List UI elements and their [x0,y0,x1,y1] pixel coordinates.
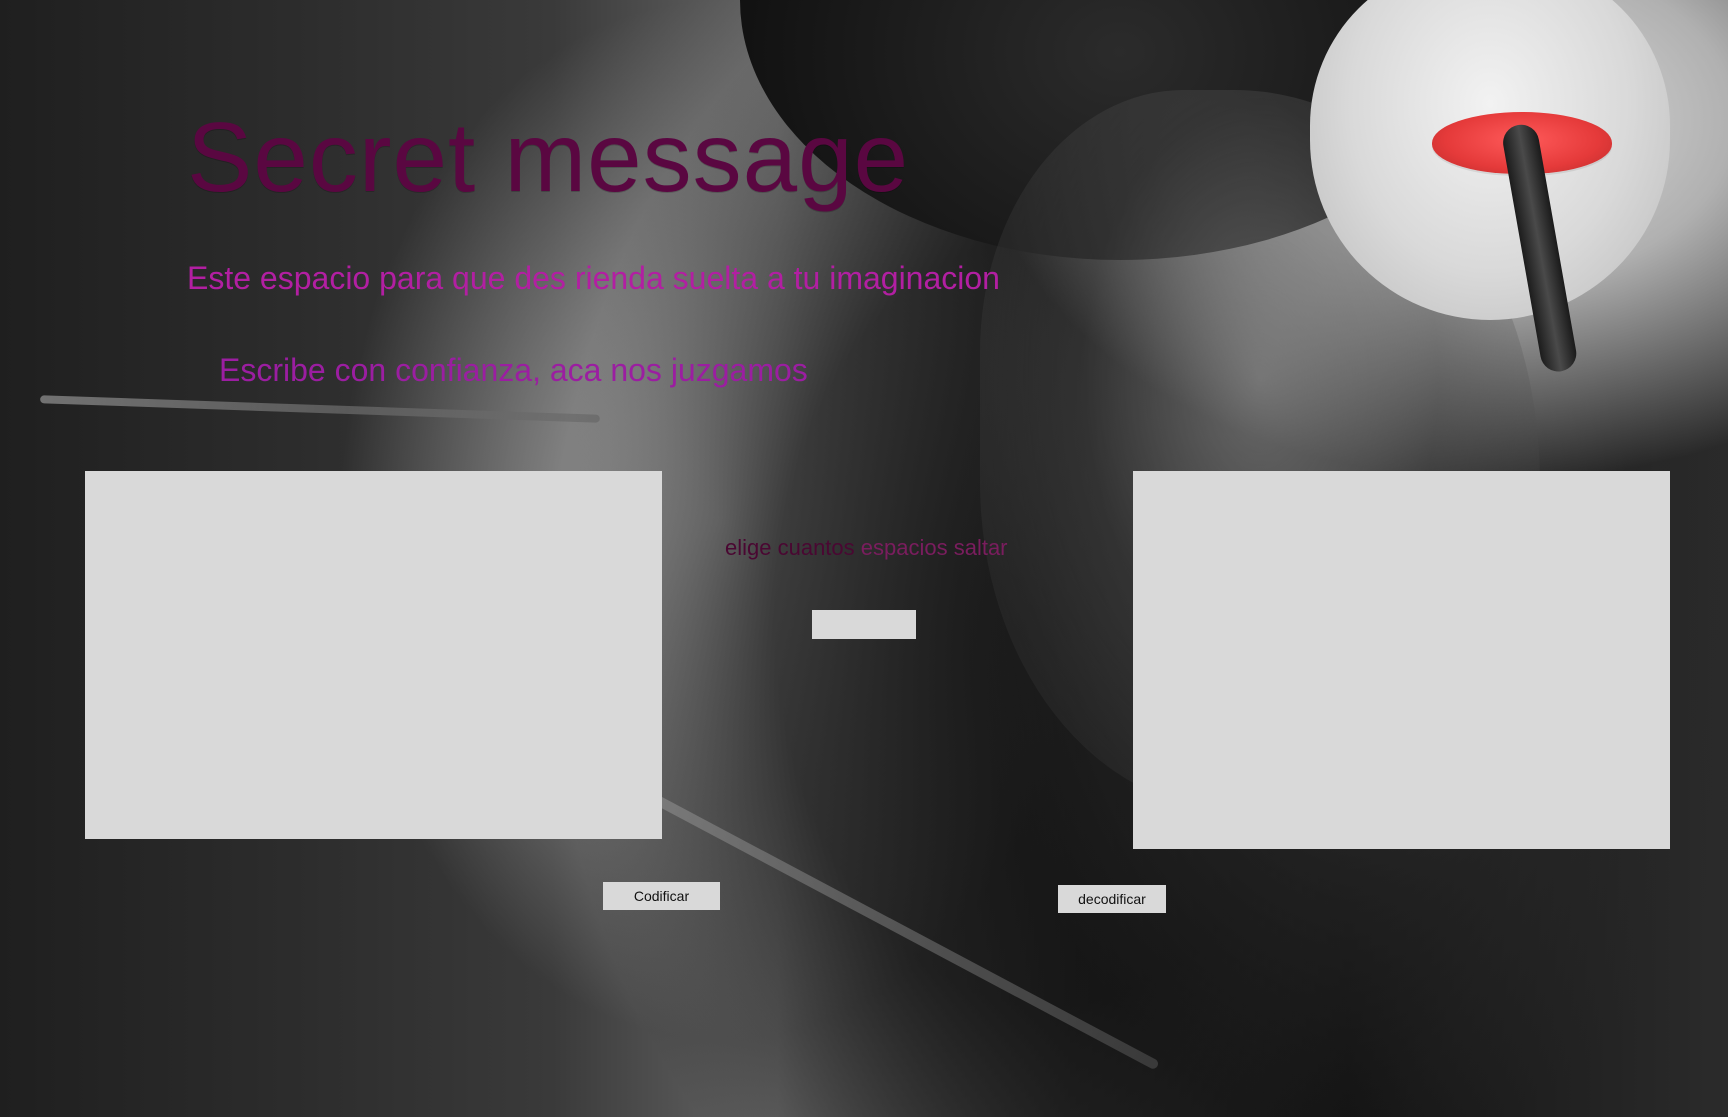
message-input[interactable] [85,471,662,839]
offset-label: elige cuantos espacios saltar [725,537,1008,559]
offset-input[interactable] [812,610,916,639]
background-whip-top [40,395,600,423]
offset-label-part-1: elige cuantos [725,535,855,560]
page-title: Secret message [187,102,910,212]
page: Secret message Este espacio para que des… [0,0,1728,1117]
background-whip [607,770,1160,1071]
result-output[interactable] [1133,471,1670,849]
decode-button[interactable]: decodificar [1058,885,1166,913]
encode-button[interactable]: Codificar [603,882,720,910]
page-prompt: Escribe con confianza, aca nos juzgamos [219,352,808,388]
page-subtitle: Este espacio para que des rienda suelta … [187,260,1000,296]
offset-label-part-2: espacios saltar [854,535,1008,560]
